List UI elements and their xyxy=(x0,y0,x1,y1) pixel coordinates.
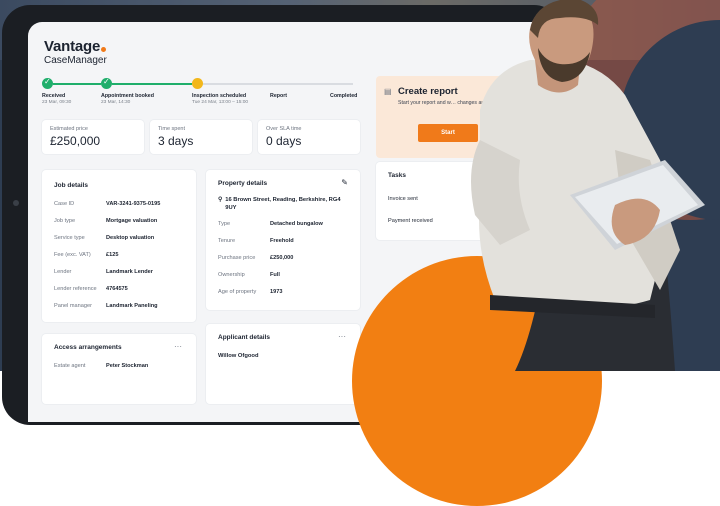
stat-value: 3 days xyxy=(158,134,194,148)
more-options-icon[interactable]: ··· xyxy=(174,342,182,351)
tablet-camera xyxy=(13,200,19,206)
property-address: ⚲ 16 Brown Street, Reading, Berkshire, R… xyxy=(218,197,341,211)
detail-row: Tenure Freehold xyxy=(218,237,294,244)
detail-row: Fee (exc. VAT) £125 xyxy=(54,252,119,258)
task-item[interactable]: Invoice sent xyxy=(388,196,418,202)
check-icon xyxy=(42,77,53,89)
product-name: CaseManager xyxy=(44,55,107,66)
edit-icon[interactable]: ✎ xyxy=(341,178,348,187)
card-title: Job details xyxy=(54,182,88,189)
detail-row: Panel manager Landmark Paneling xyxy=(54,303,158,309)
step-date: 23 Mar, 14:30 xyxy=(101,100,131,105)
detail-row: Purchase price £250,000 xyxy=(218,254,294,261)
stat-label: Estimated price xyxy=(50,126,88,132)
applicant-details-card: Applicant details ··· Willow Ofgood xyxy=(206,324,360,404)
case-progress: Received 23 Mar, 09:30 Appointment booke… xyxy=(42,77,372,118)
step-label: Completed xyxy=(330,93,358,99)
more-options-icon[interactable]: ··· xyxy=(338,332,346,341)
card-title: Applicant details xyxy=(218,334,271,341)
detail-row: Type Detached bungalow xyxy=(218,220,323,227)
stat-estimated-price: Estimated price £250,000 xyxy=(42,120,144,154)
card-title: Tasks xyxy=(388,172,406,179)
stat-value: 0 days xyxy=(266,134,302,148)
stat-label: Time spent xyxy=(158,126,186,132)
detail-row: Lender Landmark Lender xyxy=(54,269,153,275)
stat-time-spent: Time spent 3 days xyxy=(150,120,252,154)
location-pin-icon: ⚲ xyxy=(218,197,223,203)
step-label: Received xyxy=(42,93,66,99)
step-label: Appointment booked xyxy=(101,93,154,99)
app-logo[interactable]: Vantage CaseManager xyxy=(44,38,107,66)
stat-over-sla: Over SLA time 0 days xyxy=(258,120,360,154)
card-title: Access arrangements xyxy=(54,344,122,351)
in-progress-icon xyxy=(192,78,203,89)
step-completed: Completed xyxy=(330,78,357,99)
man-holding-tablet-photo xyxy=(471,0,705,371)
detail-row: Case ID VAR-3241-9375-0195 xyxy=(54,201,161,207)
brand-dot xyxy=(101,47,107,52)
step-report: Report xyxy=(270,78,287,99)
report-icon: ▤ xyxy=(384,87,392,96)
job-details-card: Job details Case ID VAR-3241-9375-0195 Jo… xyxy=(42,170,196,322)
detail-row: Job type Mortgage valuation xyxy=(54,218,158,224)
detail-row: Lender reference 4764575 xyxy=(54,286,128,292)
step-received: Received 23 Mar, 09:30 xyxy=(42,77,71,105)
stat-label: Over SLA time xyxy=(266,126,302,132)
applicant-name: Willow Ofgood xyxy=(218,353,259,359)
detail-row: Ownership Full xyxy=(218,271,280,278)
property-details-card: Property details ✎ ⚲ 16 Brown Street, Re… xyxy=(206,170,360,310)
progress-line xyxy=(53,83,101,85)
step-date: Tue 24 Mar, 13:00 – 15:00 xyxy=(192,100,249,105)
progress-line xyxy=(112,83,192,85)
step-inspection-scheduled: Inspection scheduled Tue 24 Mar, 13:00 –… xyxy=(192,78,248,105)
check-icon xyxy=(101,77,112,89)
access-arrangements-card: Access arrangements ··· Estate agent Pete… xyxy=(42,334,196,404)
step-label: Report xyxy=(270,93,288,99)
step-date: 23 Mar, 09:30 xyxy=(42,100,72,105)
detail-row: Estate agent Peter Stockman xyxy=(54,363,149,369)
stat-value: £250,000 xyxy=(50,134,101,148)
detail-row: Service type Desktop valuation xyxy=(54,235,155,241)
card-title: Property details xyxy=(218,180,268,187)
detail-row: Age of property 1973 xyxy=(218,288,283,295)
step-label: Inspection scheduled xyxy=(192,93,247,99)
step-appointment-booked: Appointment booked 23 Mar, 14:30 xyxy=(101,77,154,105)
brand-name: Vantage xyxy=(44,38,101,55)
